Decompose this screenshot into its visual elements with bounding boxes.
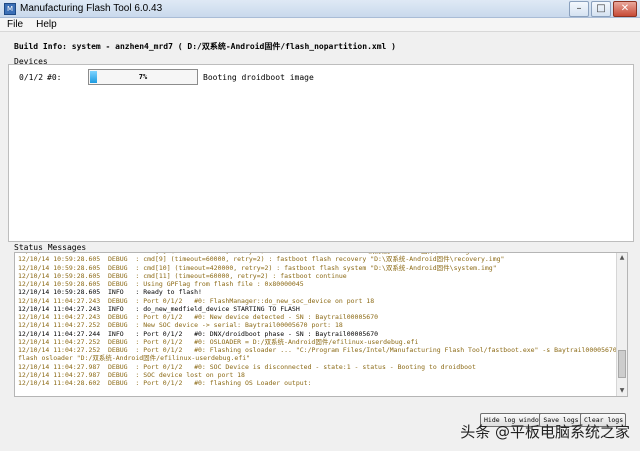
close-button[interactable]: ✕ — [613, 1, 637, 17]
log-lines: 12/10/14 10:59:28.605 DEBUG : cmd[8] (ti… — [18, 253, 617, 387]
log-line: 12/10/14 10:59:28.605 DEBUG : cmd[9] (ti… — [18, 255, 505, 264]
menu-file[interactable]: File — [0, 19, 29, 30]
log-line: 12/10/14 10:59:28.605 DEBUG : Using GPFl… — [18, 280, 304, 288]
log-scrollbar[interactable]: ▲ ▼ — [616, 253, 627, 396]
title-bar: M Manufacturing Flash Tool 6.0.43 – □ ✕ — [0, 0, 640, 18]
devices-panel: 0/1/2 #0: 7% Booting droidboot image — [8, 64, 634, 242]
build-info: Build Info: system - anzhen4_mrd7 ( D:/双… — [14, 42, 396, 51]
minimize-button[interactable]: – — [569, 1, 589, 17]
flash-progress-bar: 7% — [88, 69, 198, 85]
window-controls: – □ ✕ — [569, 1, 637, 17]
window-title: Manufacturing Flash Tool 6.0.43 — [20, 3, 163, 14]
log-line: 12/10/14 11:04:27.243 INFO : do_new_medf… — [18, 304, 300, 313]
app-icon: M — [4, 2, 16, 15]
status-messages-label: Status Messages — [14, 243, 87, 252]
watermark: 头条 @平板电脑系统之家 — [460, 423, 630, 441]
log-line: 12/10/14 11:04:28.602 DEBUG : Port 0/1/2… — [18, 379, 312, 387]
log-line: 12/10/14 10:59:28.605 INFO : Ready to fl… — [18, 288, 202, 297]
log-line: flash osloader "D:/双系统-Android固件/efilinu… — [18, 354, 251, 363]
status-log[interactable]: 12/10/14 10:59:28.605 DEBUG : cmd[8] (ti… — [14, 252, 628, 397]
log-line: 12/10/14 11:04:27.252 DEBUG : New SOC de… — [18, 321, 343, 330]
menu-help[interactable]: Help — [29, 19, 63, 30]
device-status: Booting droidboot image — [203, 73, 314, 82]
log-line: 12/10/14 11:04:27.252 DEBUG : Port 0/1/2… — [18, 337, 419, 346]
log-line: 12/10/14 11:04:27.243 DEBUG : Port 0/1/2… — [18, 313, 379, 321]
log-line: 12/10/14 11:04:27.987 DEBUG : SOC device… — [18, 370, 245, 379]
device-port: 0/1/2 — [19, 73, 44, 82]
progress-text: 7% — [138, 73, 148, 81]
log-line: 12/10/14 11:04:27.244 INFO : Port 0/1/2 … — [18, 329, 379, 338]
maximize-button[interactable]: □ — [591, 1, 611, 17]
device-slot: #0: — [47, 73, 62, 82]
log-line: 12/10/14 11:04:27.243 DEBUG : Port 0/1/2… — [18, 296, 375, 305]
device-row[interactable]: 0/1/2 #0: 7% Booting droidboot image — [9, 68, 633, 86]
scroll-thumb[interactable] — [618, 350, 626, 378]
log-line: 12/10/14 11:04:27.252 DEBUG : Port 0/1/2… — [18, 346, 617, 354]
scroll-down-icon[interactable]: ▼ — [617, 386, 627, 396]
log-line: 12/10/14 11:04:27.987 DEBUG : Port 0/1/2… — [18, 362, 476, 371]
log-line: 12/10/14 10:59:28.605 DEBUG : cmd[10] (t… — [18, 263, 497, 272]
scroll-up-icon[interactable]: ▲ — [617, 253, 627, 263]
log-line: 12/10/14 10:59:28.605 DEBUG : cmd[11] (t… — [18, 271, 347, 280]
menu-bar: File Help — [0, 18, 640, 32]
